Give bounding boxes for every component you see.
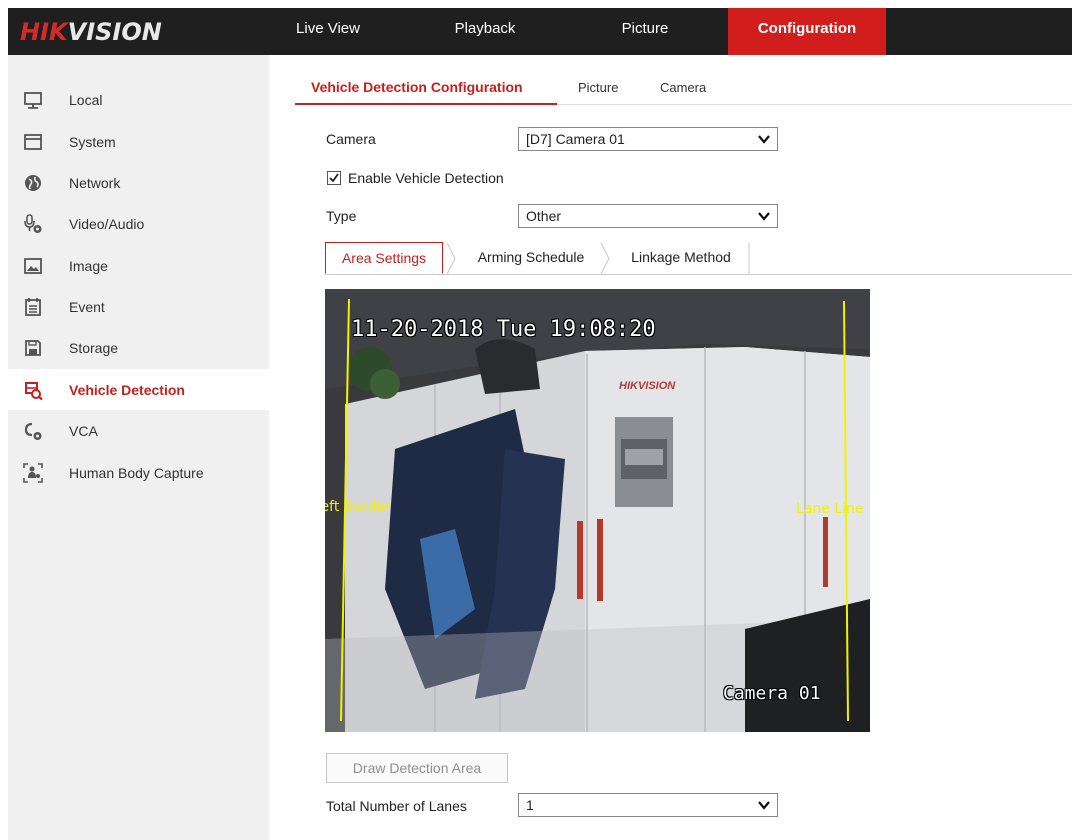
camera-label: Camera <box>326 131 376 147</box>
sidebar-item-vca[interactable]: VCA <box>8 410 269 451</box>
enable-vehicle-detection-checkbox[interactable] <box>327 171 341 185</box>
monitor-icon <box>24 91 42 109</box>
vca-icon <box>24 422 42 440</box>
total-lanes-value: 1 <box>526 797 534 813</box>
sidebar-item-label: Vehicle Detection <box>69 381 185 398</box>
sidebar: Local System Network Video/Audio Image E… <box>8 55 269 840</box>
checkmark-icon <box>329 173 339 183</box>
video-timestamp: 11-20-2018 Tue 19:08:20 <box>351 317 656 342</box>
sidebar-item-video-audio[interactable]: Video/Audio <box>8 203 269 244</box>
sidebar-item-label: VCA <box>69 422 98 439</box>
tab-area-settings[interactable]: Area Settings <box>325 242 443 274</box>
sidebar-item-storage[interactable]: Storage <box>8 327 269 368</box>
brand-logo: HIKVISION <box>20 18 162 46</box>
sidebar-item-system[interactable]: System <box>8 121 269 162</box>
system-icon <box>24 133 42 150</box>
sidebar-item-local[interactable]: Local <box>8 79 269 120</box>
lane-line-label: Lane Line <box>796 501 864 517</box>
globe-icon <box>25 174 41 191</box>
calendar-icon <box>25 297 41 316</box>
nav-picture[interactable]: Picture <box>600 8 690 55</box>
video-preview[interactable]: HIKVISION 11-20-2018 Tue 19:08:20 Camera… <box>325 289 870 732</box>
tab-end-border <box>748 243 750 274</box>
top-navigation-bar: HIKVISION Live View Playback Picture Con… <box>8 8 1072 55</box>
subtab-active-indicator <box>295 103 557 105</box>
type-label: Type <box>326 208 357 224</box>
human-body-capture-icon <box>23 462 43 483</box>
total-lanes-label: Total Number of Lanes <box>326 798 467 814</box>
camera-select-value: [D7] Camera 01 <box>526 131 625 147</box>
chevron-down-icon <box>758 135 770 144</box>
sidebar-item-label: Human Body Capture <box>69 464 204 481</box>
subtab-vehicle-detection-configuration[interactable]: Vehicle Detection Configuration <box>311 79 523 95</box>
total-lanes-select[interactable]: 1 <box>518 793 778 817</box>
sidebar-item-network[interactable]: Network <box>8 162 269 203</box>
sidebar-item-label: Image <box>69 257 108 274</box>
type-select-value: Other <box>526 208 562 224</box>
sidebar-item-label: Network <box>69 174 121 191</box>
sidebar-item-vehicle-detection[interactable]: Vehicle Detection <box>8 369 269 410</box>
sidebar-item-label: Video/Audio <box>69 215 145 232</box>
sidebar-item-image[interactable]: Image <box>8 245 269 286</box>
tab-separator <box>600 243 610 274</box>
vehicle-detection-icon <box>25 381 43 400</box>
tab-separator <box>446 243 456 274</box>
tab-arming-schedule[interactable]: Arming Schedule <box>462 242 600 274</box>
nav-configuration[interactable]: Configuration <box>728 8 886 55</box>
subtab-picture[interactable]: Picture <box>578 80 618 95</box>
left-border-label: Left Border <box>325 499 391 515</box>
inner-tab-divider <box>325 274 1072 275</box>
enable-vehicle-detection-label: Enable Vehicle Detection <box>348 170 504 186</box>
sidebar-item-event[interactable]: Event <box>8 286 269 327</box>
sidebar-item-label: Storage <box>69 339 119 356</box>
camera-scene: HIKVISION <box>325 289 870 732</box>
sidebar-item-label: Event <box>69 298 105 315</box>
chevron-down-icon <box>758 212 770 221</box>
camera-select[interactable]: [D7] Camera 01 <box>518 127 778 151</box>
nav-playback[interactable]: Playback <box>440 8 530 55</box>
nav-live-view[interactable]: Live View <box>278 8 378 55</box>
tab-linkage-method[interactable]: Linkage Method <box>614 242 748 274</box>
image-icon <box>24 257 42 274</box>
storage-icon <box>25 339 41 356</box>
video-camera-name: Camera 01 <box>723 683 821 704</box>
type-select[interactable]: Other <box>518 204 778 228</box>
draw-detection-area-button[interactable]: Draw Detection Area <box>326 753 508 783</box>
sidebar-item-label: Local <box>69 91 103 108</box>
microphone-icon <box>24 213 42 233</box>
chevron-down-icon <box>758 801 770 810</box>
subtab-camera[interactable]: Camera <box>660 80 706 95</box>
wall-brand-text: HIKVISION <box>619 380 676 392</box>
sidebar-item-label: System <box>69 133 116 150</box>
sidebar-item-human-body-capture[interactable]: Human Body Capture <box>8 452 269 493</box>
